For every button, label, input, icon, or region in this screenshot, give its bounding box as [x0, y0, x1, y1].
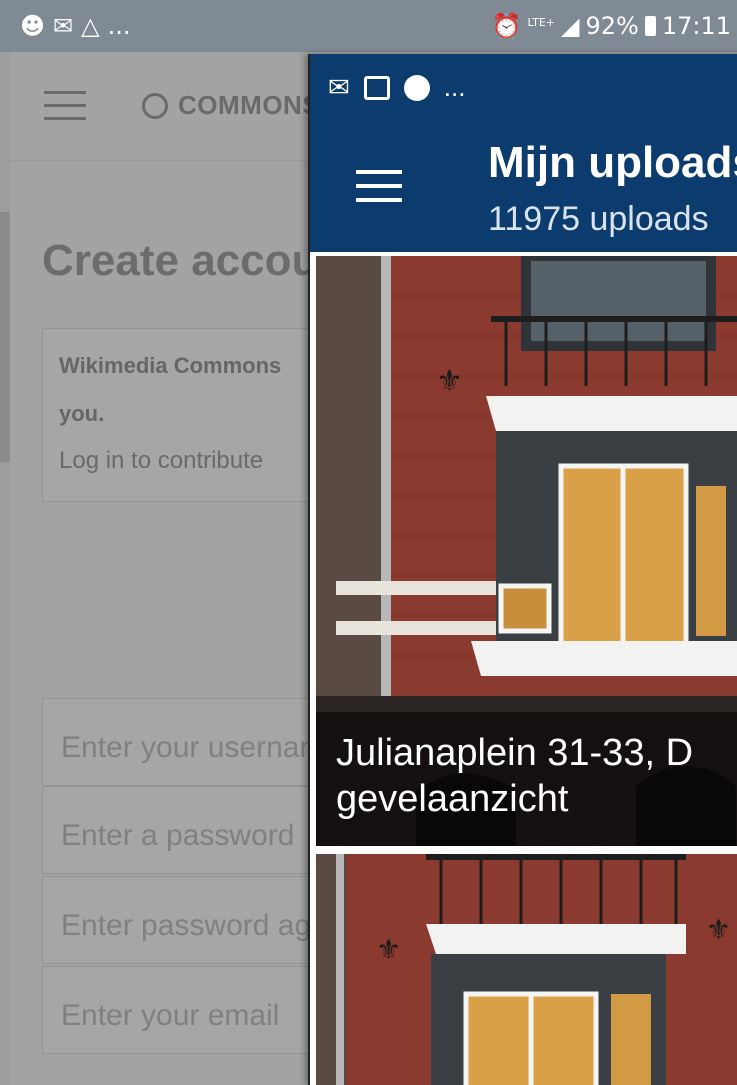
overlay-more-notifications: ... [443, 72, 466, 102]
background-edge [0, 212, 10, 462]
gmail-icon: ✉ [328, 72, 350, 102]
notice-line-2: you. [59, 401, 105, 426]
warning-icon: △ [81, 12, 100, 40]
status-bar: ☻ ✉ △ ... ⏰ LTE+ ◢ 92% 17:11 [0, 0, 737, 52]
image-icon [363, 75, 390, 100]
uploads-toolbar: Mijn uploads 11975 uploads [310, 124, 737, 252]
page-title: Mijn uploads [488, 138, 737, 187]
background-menu-icon[interactable] [44, 91, 86, 130]
alarm-icon: ⏰ [491, 12, 522, 40]
battery-icon [644, 16, 656, 36]
smiley-icon [403, 74, 430, 101]
status-bar-notifications: ☻ ✉ △ ... [20, 12, 131, 40]
svg-text:⚜: ⚜ [376, 933, 401, 966]
overlay-status-bar: ✉ ... [310, 54, 737, 124]
upload-caption-line-1: Julianaplein 31-33, D [336, 732, 694, 774]
clock: 17:11 [661, 12, 731, 40]
notice-line-3[interactable]: Log in to contribute [59, 447, 263, 475]
upload-card[interactable]: ⚜ Julianaplein 31-33, D gevelaanzicht [316, 256, 737, 846]
building-photo: ⚜ ⚜ [316, 854, 737, 1085]
svg-text:⚜: ⚜ [706, 913, 731, 946]
my-uploads-window: ✉ ... Mijn uploads 11975 uploads ⚜ Julia… [308, 54, 737, 1085]
upload-caption-line-2: gevelaanzicht [336, 778, 569, 820]
notification-icon: ☻ [20, 12, 46, 40]
signal-icon: ◢ [561, 12, 580, 40]
svg-text:⚜: ⚜ [436, 364, 463, 399]
status-bar-system: ⏰ LTE+ ◢ 92% 17:11 [492, 12, 731, 40]
network-type: LTE+ [527, 15, 556, 29]
commons-logo: COMMONS [142, 90, 320, 121]
upload-caption: Julianaplein 31-33, D gevelaanzicht [316, 712, 737, 846]
commons-logo-icon [142, 92, 168, 119]
mail-icon: ✉ [53, 12, 74, 40]
upload-count: 11975 uploads [488, 200, 709, 238]
more-notifications: ... [107, 12, 131, 40]
battery-percent: 92% [585, 12, 639, 40]
commons-brand: COMMONS [178, 90, 321, 120]
upload-card[interactable]: ⚜ ⚜ [316, 854, 737, 1085]
notice-line-1: Wikimedia Commons [59, 353, 282, 378]
hamburger-menu-icon[interactable] [356, 170, 402, 212]
